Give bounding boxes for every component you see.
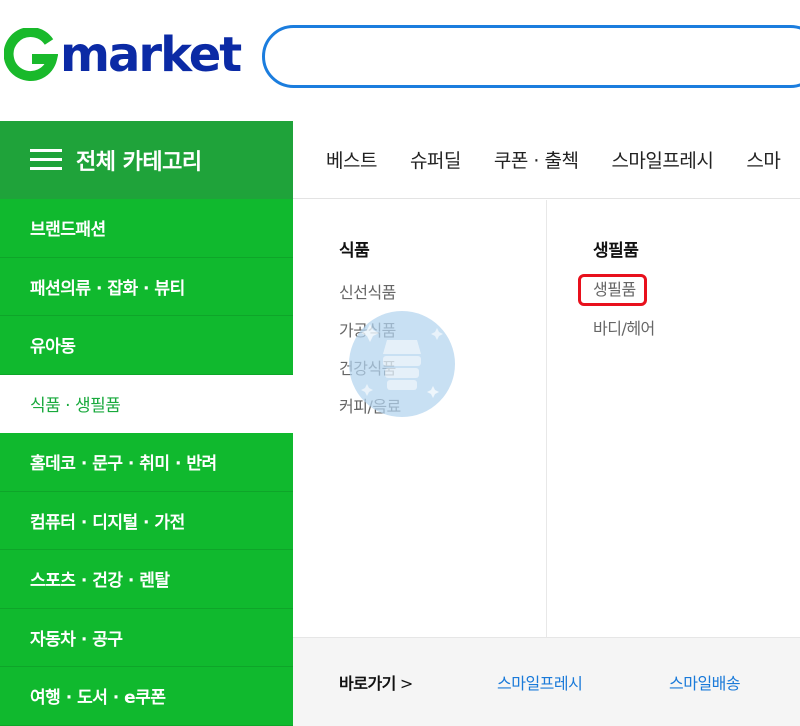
- quick-link-smile-fresh[interactable]: 스마일프레시: [497, 670, 583, 694]
- food-column: 식품 신선식품 가공식품 건강식품 커피/음료: [339, 236, 401, 431]
- quick-links-bar: 바로가기 > 스마일프레시 스마일배송: [293, 637, 800, 726]
- chevron-right-icon: >: [399, 674, 413, 693]
- food-column-title: 식품: [339, 241, 370, 261]
- living-column: 생필품 생필품 바디/헤어: [578, 236, 655, 353]
- category-panel: 식품 신선식품 가공식품 건강식품 커피/음료 생필품 생필품 바디/헤어: [293, 200, 800, 637]
- hamburger-menu-icon: [30, 149, 62, 171]
- link-health-food[interactable]: 건강식품: [339, 355, 401, 379]
- quick-links-label-text: 바로가기: [339, 674, 396, 693]
- header: market: [0, 0, 800, 121]
- link-fresh-food[interactable]: 신선식품: [339, 279, 401, 303]
- sidebar-item-food-living[interactable]: 식품 · 생필품: [0, 374, 293, 433]
- column-divider: [546, 200, 547, 637]
- quick-links-label: 바로가기 >: [339, 670, 413, 694]
- all-category-button[interactable]: 전체 카테고리: [0, 121, 293, 199]
- quick-link-smile-delivery[interactable]: 스마일배송: [669, 670, 741, 694]
- sidebar-item-digital[interactable]: 컴퓨터 · 디지털 · 가전: [0, 492, 293, 550]
- link-coffee-drinks[interactable]: 커피/음료: [339, 393, 401, 417]
- g-logo-icon: [4, 28, 58, 81]
- sidebar-item-travel-books[interactable]: 여행 · 도서 · e쿠폰: [0, 667, 293, 726]
- gmarket-logo[interactable]: market: [4, 20, 242, 90]
- nav-coupon-checkin[interactable]: 쿠폰 · 출첵: [494, 146, 579, 173]
- nav-smile-fresh[interactable]: 스마일프레시: [611, 146, 713, 173]
- link-daily-necessities[interactable]: 생필품: [578, 274, 647, 306]
- nav-superdeal[interactable]: 슈퍼딜: [410, 146, 461, 173]
- living-column-title: 생필품: [593, 241, 639, 261]
- link-processed-food[interactable]: 가공식품: [339, 317, 401, 341]
- sidebar-item-sports[interactable]: 스포츠 · 건강 · 렌탈: [0, 550, 293, 609]
- category-sidebar: 브랜드패션 패션의류 · 잡화 · 뷰티 유아동 식품 · 생필품 홈데코 · …: [0, 199, 293, 726]
- sidebar-item-kids[interactable]: 유아동: [0, 316, 293, 375]
- link-body-hair[interactable]: 바디/헤어: [593, 315, 655, 339]
- sidebar-item-auto-tools[interactable]: 자동차 · 공구: [0, 609, 293, 667]
- sidebar-item-fashion-beauty[interactable]: 패션의류 · 잡화 · 뷰티: [0, 258, 293, 316]
- nav-best[interactable]: 베스트: [326, 146, 377, 173]
- search-input[interactable]: [262, 25, 800, 88]
- top-navigation: 베스트 슈퍼딜 쿠폰 · 출첵 스마일프레시 스마: [293, 121, 800, 199]
- logo-text: market: [60, 27, 242, 83]
- all-category-label: 전체 카테고리: [76, 150, 202, 175]
- sidebar-item-brand-fashion[interactable]: 브랜드패션: [0, 199, 293, 258]
- sidebar-item-home-hobby[interactable]: 홈데코 · 문구 · 취미 · 반려: [0, 433, 293, 492]
- link-daily-necessities-label: 생필품: [593, 280, 636, 299]
- nav-smile-partial[interactable]: 스마: [746, 146, 780, 173]
